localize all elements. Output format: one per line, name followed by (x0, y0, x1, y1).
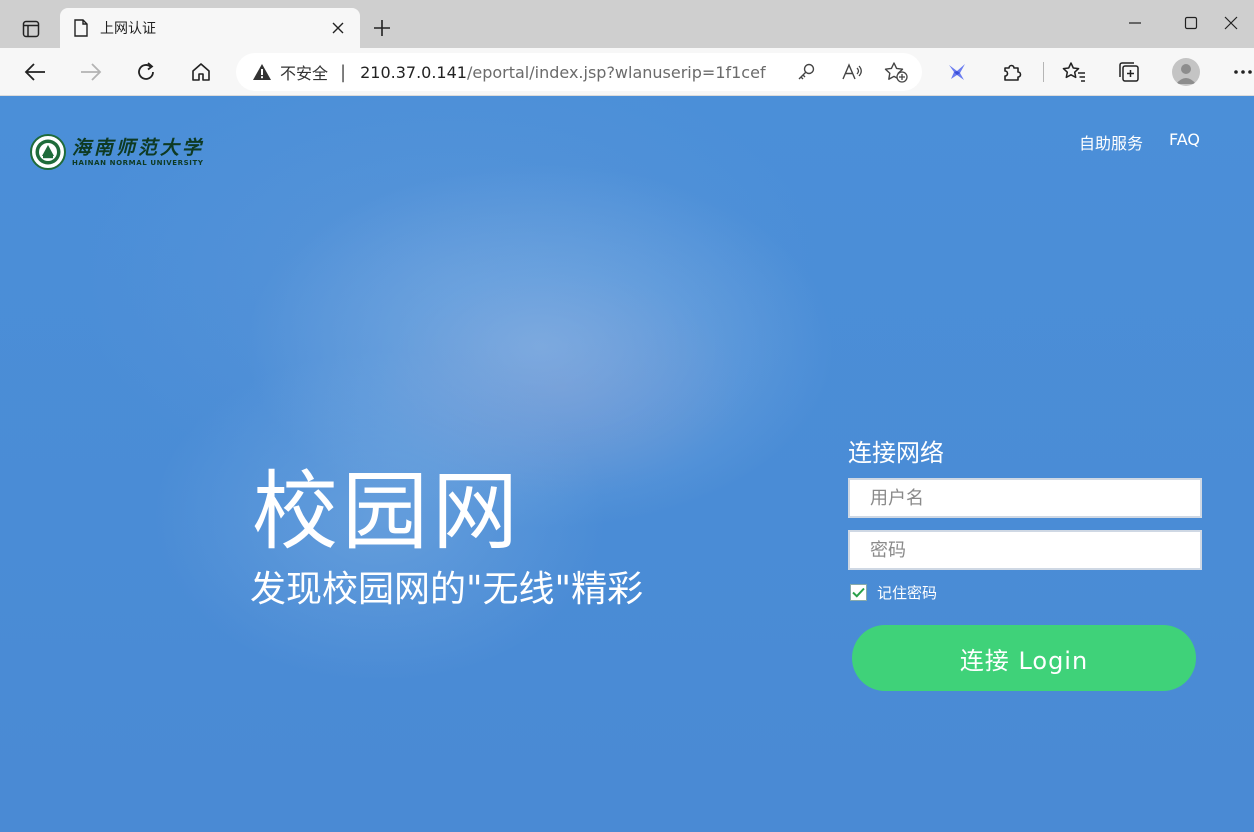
logo-text: 海南师范大学 HAINAN NORMAL UNIVERSITY (72, 137, 204, 168)
university-seal-icon (30, 134, 66, 170)
omnibox-separator: | (340, 61, 347, 83)
logo-name-cn: 海南师范大学 (72, 136, 205, 159)
back-button[interactable] (18, 56, 52, 88)
password-input[interactable] (848, 530, 1202, 570)
key-icon (798, 63, 815, 80)
favorites-icon (1062, 62, 1085, 82)
forward-button[interactable] (74, 56, 108, 88)
tab-close-button[interactable] (324, 14, 352, 42)
plus-icon (374, 20, 390, 36)
add-favorite-icon (884, 62, 908, 83)
login-form: 连接网络 记住密码 连接 Login (848, 436, 1202, 691)
page-icon (74, 19, 88, 37)
login-heading: 连接网络 (848, 439, 944, 467)
self-service-link[interactable]: 自助服务 (1079, 130, 1143, 154)
address-bar[interactable]: 不安全 | 210.37.0.141/eportal/index.jsp?wla… (236, 53, 922, 91)
more-icon (1234, 70, 1252, 74)
hero-title: 校园网 (252, 462, 522, 562)
profile-button[interactable] (1172, 58, 1200, 86)
extensions-button[interactable] (995, 56, 1029, 88)
puzzle-icon (1004, 64, 1022, 81)
url-text[interactable]: 210.37.0.141/eportal/index.jsp?wlanuseri… (360, 63, 766, 82)
tab-actions-icon (22, 20, 40, 38)
remember-password-label: 记住密码 (877, 584, 938, 602)
window-close-icon (1224, 16, 1238, 30)
check-icon (852, 587, 865, 598)
warning-icon[interactable] (252, 63, 272, 81)
extension-button[interactable] (940, 56, 974, 88)
university-logo[interactable]: 海南师范大学 HAINAN NORMAL UNIVERSITY (30, 134, 204, 170)
extension-bird-icon (949, 64, 965, 80)
home-icon (192, 63, 210, 81)
security-status[interactable]: 不安全 (280, 60, 328, 84)
top-links: 自助服务 FAQ (1079, 130, 1200, 154)
username-input[interactable] (848, 478, 1202, 518)
remember-password[interactable]: 记住密码 (848, 582, 1202, 603)
minimize-button[interactable] (1112, 6, 1158, 40)
collections-icon (1119, 62, 1139, 82)
portal-page: 海南师范大学 HAINAN NORMAL UNIVERSITY 自助服务 FAQ… (0, 96, 1254, 832)
logo-name-en: HAINAN NORMAL UNIVERSITY (72, 158, 204, 167)
profile-icon (1176, 64, 1196, 84)
tab-bar: 上网认证 (0, 0, 1254, 48)
refresh-button[interactable] (129, 56, 163, 88)
read-aloud-button[interactable] (836, 57, 868, 87)
window-close-button[interactable] (1208, 6, 1254, 40)
remember-password-checkbox[interactable] (850, 584, 867, 601)
password-key-button[interactable] (790, 57, 822, 87)
home-button[interactable] (184, 56, 218, 88)
close-icon (332, 22, 344, 34)
refresh-icon (138, 62, 154, 80)
hero-subtitle: 发现校园网的"无线"精彩 (250, 569, 644, 610)
minimize-icon (1129, 22, 1141, 24)
favorites-button[interactable] (1057, 56, 1091, 88)
new-tab-button[interactable] (366, 12, 398, 44)
collections-button[interactable] (1112, 56, 1146, 88)
back-icon (24, 63, 45, 81)
read-aloud-icon (842, 63, 862, 80)
maximize-icon (1184, 16, 1198, 30)
url-host: 210.37.0.141 (360, 62, 467, 82)
active-tab[interactable]: 上网认证 (60, 8, 360, 48)
toolbar-divider (1043, 62, 1044, 82)
tab-title: 上网认证 (100, 21, 156, 37)
login-button[interactable]: 连接 Login (852, 625, 1196, 691)
add-favorite-button[interactable] (880, 57, 912, 87)
browser-toolbar: 不安全 | 210.37.0.141/eportal/index.jsp?wla… (0, 48, 1254, 96)
forward-icon (81, 63, 102, 81)
tab-actions-button[interactable] (16, 14, 46, 44)
faq-link[interactable]: FAQ (1169, 130, 1200, 154)
url-path: /eportal/index.jsp?wlanuserip=1f1cefb… (466, 62, 767, 82)
more-button[interactable] (1226, 56, 1254, 88)
